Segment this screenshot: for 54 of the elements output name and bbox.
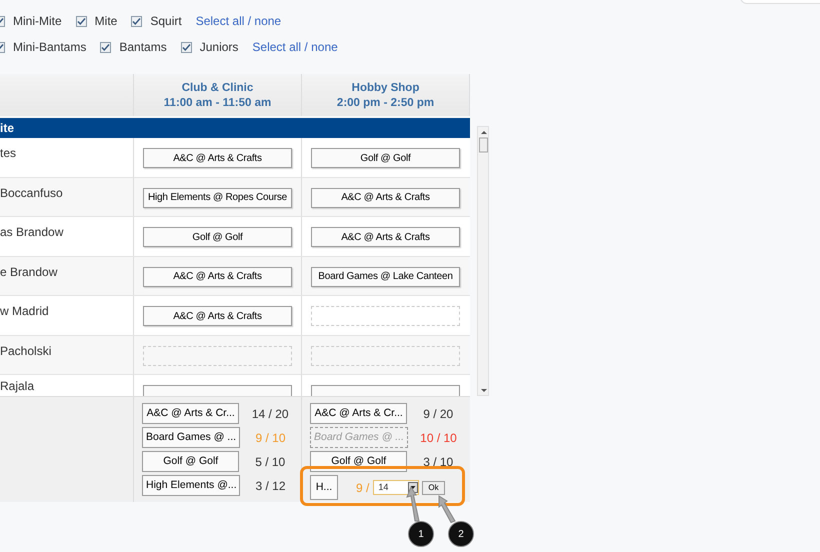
callout-number: 2 <box>448 521 474 547</box>
checkbox[interactable] <box>100 42 112 52</box>
scrollbar[interactable] <box>477 126 489 396</box>
capacity-count: 3 / 12 <box>254 478 287 494</box>
camper-name: Pacholski <box>0 342 52 360</box>
activity-button[interactable]: A&C @ Arts & Crafts <box>311 188 460 208</box>
capacity-count: 9 / 10 <box>254 430 287 446</box>
capacity-select[interactable]: 14 <box>373 480 420 495</box>
activity-button[interactable]: Golf @ Golf <box>311 148 460 168</box>
capacity-count: 5 / 10 <box>254 454 286 470</box>
activity-button[interactable]: High Elements @... <box>142 475 240 496</box>
activity-button[interactable]: Board Games @ Lake Canteen <box>311 266 460 286</box>
checkbox[interactable] <box>76 16 87 26</box>
pointer-arrow <box>437 495 457 523</box>
checkbox-label: Juniors <box>200 39 238 56</box>
capacity-count: 3 / 10 <box>422 454 454 470</box>
pointer-arrow <box>406 486 422 522</box>
activity-button[interactable]: A&C @ Arts & Crafts <box>143 148 292 168</box>
checkbox-label: Bantams <box>119 39 167 56</box>
checkbox-label: Mite <box>94 13 118 30</box>
checkbox-label: Mini-Mite <box>13 13 62 30</box>
camper-name: Rajala <box>0 378 36 395</box>
capacity-count: 14 / 20 <box>250 406 290 422</box>
camper-name: tes <box>0 145 18 162</box>
checkbox[interactable] <box>131 16 142 26</box>
activity-button[interactable]: Board Games @ ... <box>142 427 240 448</box>
capacity-count: 9 / 20 <box>422 406 454 422</box>
activity-button[interactable]: Golf @ Golf <box>142 451 240 472</box>
activity-button[interactable]: A&C @ Arts & Crafts <box>311 227 460 247</box>
checkbox[interactable] <box>180 42 192 52</box>
camper-name: e Brandow <box>0 264 58 280</box>
group-header: ite <box>0 118 470 138</box>
column-header: Club & Clinic 11:00 am - 11:50 am <box>133 74 301 116</box>
activity-button[interactable]: H... <box>310 475 338 500</box>
activity-button[interactable]: A&C @ Arts & Crafts <box>143 306 292 326</box>
checkbox-label: Mini-Bantams <box>13 39 86 56</box>
camper-name: w Madrid <box>0 303 50 320</box>
capacity-count: 9 / <box>356 480 370 496</box>
camper-name: Boccanfuso <box>0 184 64 202</box>
column-header: Hobby Shop 2:00 pm - 2:50 pm <box>301 74 469 116</box>
camper-name: as Brandow <box>0 224 64 241</box>
activity-button[interactable]: A&C @ Arts & Cr... <box>310 403 408 424</box>
capacity-count: 10 / 10 <box>419 430 458 446</box>
activity-button[interactable]: A&C @ Arts & Crafts <box>143 266 292 286</box>
select-all-none-link[interactable]: Select all / none <box>196 12 282 30</box>
select-all-none-link[interactable]: Select all / none <box>252 38 338 56</box>
callout-number: 1 <box>408 521 434 547</box>
checkbox-label: Squirt <box>150 13 182 30</box>
ok-button[interactable]: Ok <box>422 480 445 494</box>
activity-button[interactable] <box>143 385 292 396</box>
activity-button[interactable]: High Elements @ Ropes Course <box>143 188 292 208</box>
activity-button[interactable]: Golf @ Golf <box>143 227 292 247</box>
activity-button[interactable] <box>311 385 460 396</box>
activity-button[interactable]: A&C @ Arts & Cr... <box>142 403 240 424</box>
